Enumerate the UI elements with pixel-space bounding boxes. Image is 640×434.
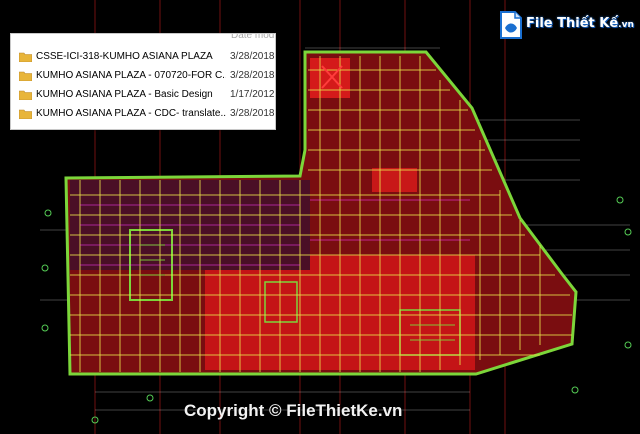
folder-icon	[19, 71, 32, 81]
file-name: KUMHO ASIANA PLAZA - 070720-FOR C...	[36, 70, 226, 81]
folder-icon	[19, 90, 32, 100]
file-name: KUMHO ASIANA PLAZA - Basic Design	[36, 89, 213, 100]
brand-tld-text: .vn	[618, 20, 634, 30]
folder-icon	[19, 52, 32, 62]
file-row-4[interactable]: KUMHO ASIANA PLAZA - CDC- translate... 3…	[11, 105, 275, 124]
file-thietke-logo-icon	[500, 11, 522, 39]
brand-main-text: File Thiết Kế	[526, 16, 619, 31]
brand-name: File Thiết Kế.vn	[526, 16, 634, 31]
column-header-row: Date modi	[11, 34, 275, 48]
brand-logo: File Thiết Kế.vn	[498, 8, 634, 44]
file-date: 3/28/2018 1	[230, 70, 275, 81]
date-modified-column-header[interactable]: Date modi	[231, 34, 275, 41]
file-date: 3/28/2018 1	[230, 51, 275, 62]
copyright-watermark: Copyright © FileThietKe.vn	[184, 401, 403, 420]
file-date: 3/28/2018 1	[230, 108, 275, 119]
file-explorer-panel: Date modi CSSE-ICI-318-KUMHO ASIANA PLAZ…	[10, 33, 276, 130]
file-row-2[interactable]: KUMHO ASIANA PLAZA - 070720-FOR C... 3/2…	[11, 67, 275, 86]
file-row-3[interactable]: KUMHO ASIANA PLAZA - Basic Design 1/17/2…	[11, 86, 275, 105]
file-name: KUMHO ASIANA PLAZA - CDC- translate...	[36, 108, 226, 119]
file-name: CSSE-ICI-318-KUMHO ASIANA PLAZA	[36, 51, 213, 62]
folder-icon	[19, 109, 32, 119]
file-date: 1/17/2012 9	[230, 89, 275, 100]
file-row-1[interactable]: CSSE-ICI-318-KUMHO ASIANA PLAZA 3/28/201…	[11, 48, 275, 67]
